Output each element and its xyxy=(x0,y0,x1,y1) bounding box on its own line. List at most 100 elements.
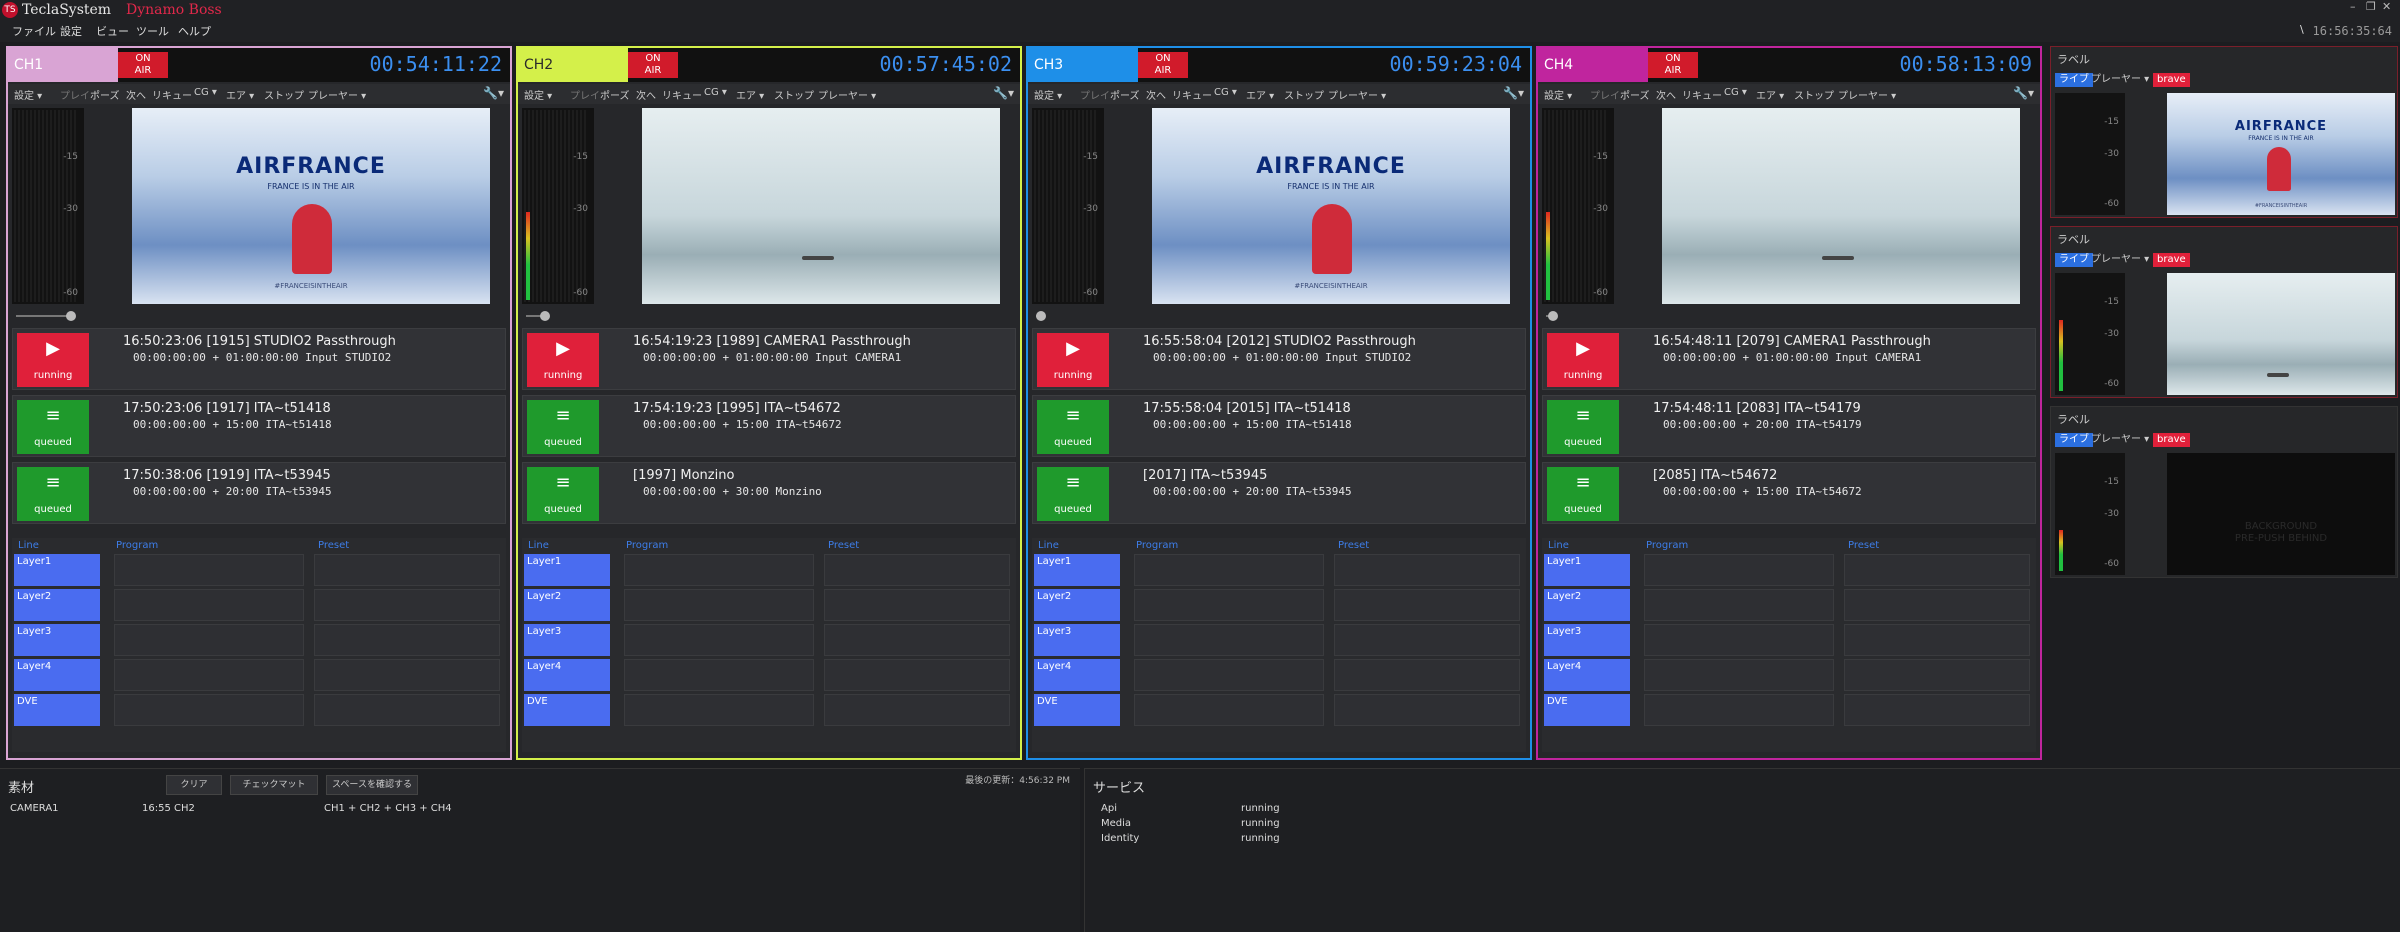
play-button[interactable]: プレイ xyxy=(1080,87,1110,102)
air-menu[interactable]: エア ▾ xyxy=(736,87,764,102)
layer-button[interactable]: Layer3 xyxy=(1034,624,1120,656)
playlist-row[interactable]: ▶ running 16:55:58:04 [2012] STUDIO2 Passt… xyxy=(1032,328,1526,390)
requeue-button[interactable]: リキュー xyxy=(152,87,192,102)
next-button[interactable]: 次へ xyxy=(636,87,656,102)
preset-cell[interactable] xyxy=(1334,554,1520,586)
next-button[interactable]: 次へ xyxy=(1146,87,1166,102)
layer-button[interactable]: Layer4 xyxy=(1034,659,1120,691)
slider-knob[interactable] xyxy=(66,311,76,321)
layer-button[interactable]: DVE xyxy=(524,694,610,726)
program-cell[interactable] xyxy=(624,659,814,691)
layer-button[interactable]: Layer2 xyxy=(1544,589,1630,621)
next-button[interactable]: 次へ xyxy=(126,87,146,102)
brave-button[interactable]: brave xyxy=(2153,73,2190,87)
maximize-button[interactable]: ❐ xyxy=(2366,0,2376,13)
menu-view[interactable]: ビュー xyxy=(96,23,129,39)
program-cell[interactable] xyxy=(1134,589,1324,621)
preset-cell[interactable] xyxy=(1844,624,2030,656)
program-cell[interactable] xyxy=(1644,554,1834,586)
playlist-row[interactable]: ▶ running 16:54:48:11 [2079] CAMERA1 Passt… xyxy=(1542,328,2036,390)
stop-button[interactable]: ストップ xyxy=(774,87,814,102)
wrench-icon[interactable]: 🔧▾ xyxy=(2013,86,2034,100)
program-cell[interactable] xyxy=(1134,624,1324,656)
layer-button[interactable]: Layer2 xyxy=(1034,589,1120,621)
play-button[interactable]: プレイ xyxy=(1590,87,1620,102)
player-menu[interactable]: プレーヤー ▾ xyxy=(1838,87,1896,102)
requeue-button[interactable]: リキュー xyxy=(1682,87,1722,102)
layer-button[interactable]: DVE xyxy=(1544,694,1630,726)
preset-cell[interactable] xyxy=(1334,694,1520,726)
requeue-button[interactable]: リキュー xyxy=(662,87,702,102)
program-cell[interactable] xyxy=(1134,659,1324,691)
checkmat-button[interactable]: チェックマット xyxy=(230,775,318,795)
wrench-icon[interactable]: 🔧▾ xyxy=(1503,86,1524,100)
slider-knob[interactable] xyxy=(1548,311,1558,321)
minimize-button[interactable]: – xyxy=(2350,0,2356,13)
settings-menu[interactable]: 設定 ▾ xyxy=(14,87,42,102)
menu-file[interactable]: ファイル xyxy=(12,23,56,39)
air-menu[interactable]: エア ▾ xyxy=(1246,87,1274,102)
brave-button[interactable]: brave xyxy=(2153,433,2190,447)
running-button[interactable]: ▶ running xyxy=(1547,333,1619,387)
queued-button[interactable]: ≡ queued xyxy=(527,400,599,454)
program-cell[interactable] xyxy=(1644,624,1834,656)
player-menu[interactable]: プレーヤー ▾ xyxy=(2087,73,2153,87)
layer-button[interactable]: Layer4 xyxy=(1544,659,1630,691)
program-cell[interactable] xyxy=(624,624,814,656)
preset-cell[interactable] xyxy=(1334,589,1520,621)
playlist-row[interactable]: ≡ queued 17:54:48:11 [2083] ITA~t54179 00:0… xyxy=(1542,395,2036,457)
program-cell[interactable] xyxy=(1134,554,1324,586)
air-menu[interactable]: エア ▾ xyxy=(226,87,254,102)
program-cell[interactable] xyxy=(1134,694,1324,726)
queued-button[interactable]: ≡ queued xyxy=(1547,467,1619,521)
layer-button[interactable]: DVE xyxy=(14,694,100,726)
pause-button[interactable]: ポーズ xyxy=(90,87,120,102)
wrench-icon[interactable]: 🔧▾ xyxy=(483,86,504,100)
queued-button[interactable]: ≡ queued xyxy=(1037,467,1109,521)
cg-menu[interactable]: CG ▾ xyxy=(1724,87,1747,98)
queued-button[interactable]: ≡ queued xyxy=(17,467,89,521)
preset-cell[interactable] xyxy=(1334,659,1520,691)
stop-button[interactable]: ストップ xyxy=(264,87,304,102)
layer-button[interactable]: Layer3 xyxy=(1544,624,1630,656)
stop-button[interactable]: ストップ xyxy=(1284,87,1324,102)
play-button[interactable]: プレイ xyxy=(570,87,600,102)
settings-menu[interactable]: 設定 ▾ xyxy=(1544,87,1572,102)
clear-button[interactable]: クリア xyxy=(166,775,222,795)
playlist-row[interactable]: ≡ queued [1997] Monzino 00:00:00:00 + 30:00… xyxy=(522,462,1016,524)
player-menu[interactable]: プレーヤー ▾ xyxy=(2087,253,2153,267)
preset-cell[interactable] xyxy=(824,694,1010,726)
preset-cell[interactable] xyxy=(314,694,500,726)
check-space-button[interactable]: スペースを確認する xyxy=(326,775,418,795)
layer-button[interactable]: DVE xyxy=(1034,694,1120,726)
preset-cell[interactable] xyxy=(1844,554,2030,586)
playlist-row[interactable]: ≡ queued 17:50:38:06 [1919] ITA~t53945 00:0… xyxy=(12,462,506,524)
playlist-row[interactable]: ≡ queued 17:54:19:23 [1995] ITA~t54672 00:0… xyxy=(522,395,1016,457)
brave-button[interactable]: brave xyxy=(2153,253,2190,267)
playlist-row[interactable]: ≡ queued [2017] ITA~t53945 00:00:00:00 + 20… xyxy=(1032,462,1526,524)
program-cell[interactable] xyxy=(1644,694,1834,726)
slider-knob[interactable] xyxy=(540,311,550,321)
preset-cell[interactable] xyxy=(1844,659,2030,691)
layer-button[interactable]: Layer4 xyxy=(14,659,100,691)
close-button[interactable]: ✕ xyxy=(2382,0,2391,13)
queued-button[interactable]: ≡ queued xyxy=(1547,400,1619,454)
menu-help[interactable]: ヘルプ xyxy=(178,23,211,39)
queued-button[interactable]: ≡ queued xyxy=(17,400,89,454)
preset-cell[interactable] xyxy=(314,624,500,656)
preset-cell[interactable] xyxy=(314,589,500,621)
settings-menu[interactable]: 設定 ▾ xyxy=(1034,87,1062,102)
menu-tools[interactable]: ツール xyxy=(136,23,169,39)
running-button[interactable]: ▶ running xyxy=(1037,333,1109,387)
layer-button[interactable]: Layer1 xyxy=(1544,554,1630,586)
preset-cell[interactable] xyxy=(314,659,500,691)
playlist-row[interactable]: ≡ queued 17:50:23:06 [1917] ITA~t51418 00:0… xyxy=(12,395,506,457)
running-button[interactable]: ▶ running xyxy=(17,333,89,387)
program-cell[interactable] xyxy=(624,694,814,726)
program-cell[interactable] xyxy=(1644,589,1834,621)
progress-slider[interactable] xyxy=(522,308,1016,324)
layer-button[interactable]: Layer1 xyxy=(1034,554,1120,586)
preset-cell[interactable] xyxy=(824,659,1010,691)
layer-button[interactable]: Layer1 xyxy=(14,554,100,586)
layer-button[interactable]: Layer2 xyxy=(524,589,610,621)
